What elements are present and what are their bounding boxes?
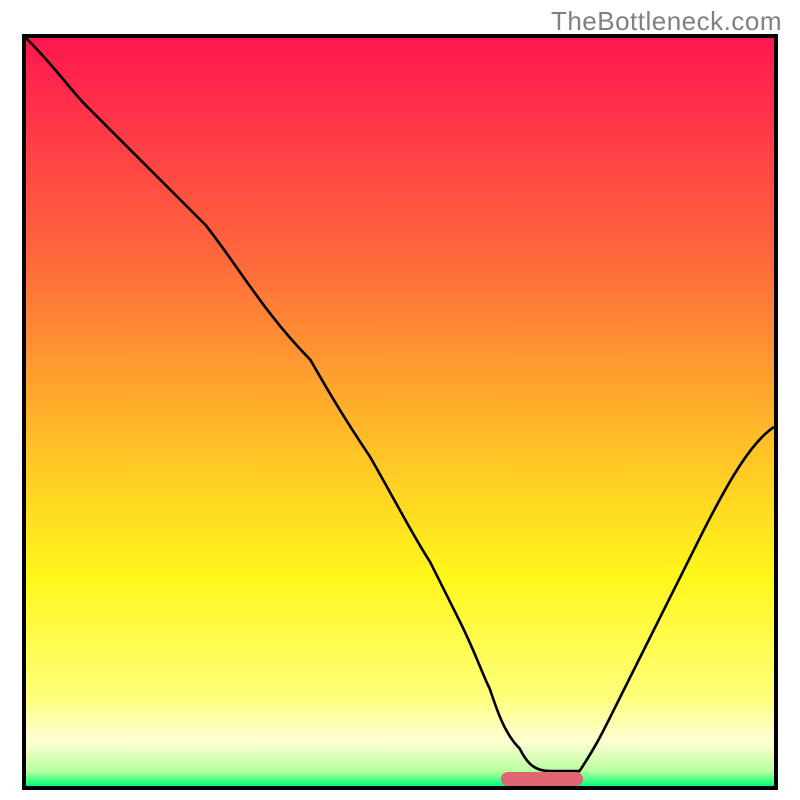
watermark-text: TheBottleneck.com	[551, 6, 782, 37]
chart-plot-area	[22, 34, 778, 790]
chart-curve	[26, 38, 774, 786]
bottleneck-curve-path	[26, 38, 774, 771]
optimal-range-marker	[501, 772, 583, 786]
chart-frame: TheBottleneck.com	[0, 0, 800, 800]
